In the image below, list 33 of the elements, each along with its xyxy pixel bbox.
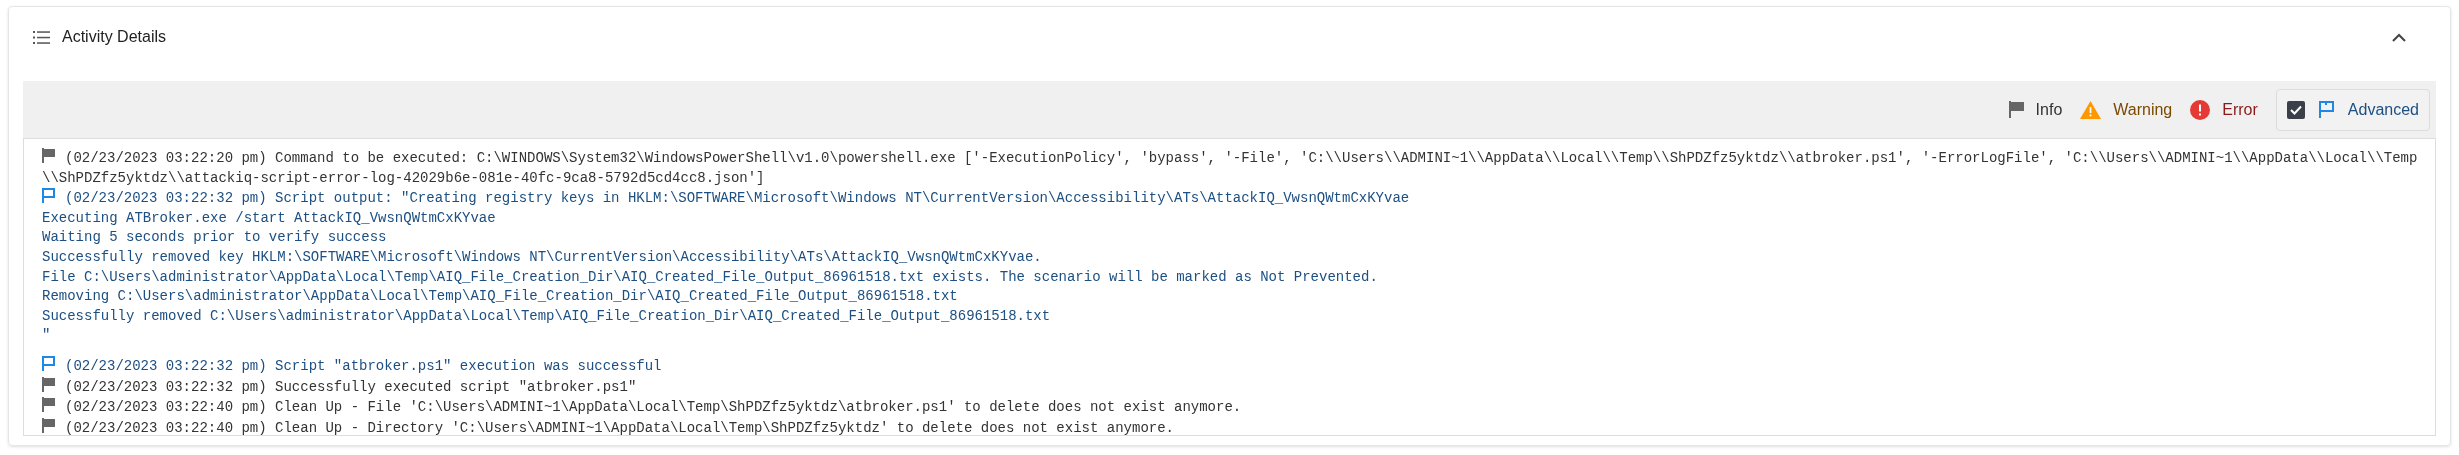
list-icon bbox=[33, 30, 50, 44]
log-line: Waiting 5 seconds prior to verify success bbox=[42, 229, 387, 246]
flag-outline-icon bbox=[42, 355, 55, 371]
flag-icon bbox=[2008, 101, 2024, 118]
panel-title: Activity Details bbox=[62, 27, 167, 47]
warning-icon bbox=[2080, 100, 2102, 119]
filter-label: Warning bbox=[2113, 99, 2173, 120]
filter-label: Info bbox=[2035, 99, 2063, 120]
flag-icon bbox=[42, 417, 55, 433]
error-icon bbox=[2190, 99, 2211, 120]
flag-outline-icon bbox=[2318, 101, 2334, 118]
filter-label: Error bbox=[2222, 99, 2258, 120]
flag-icon bbox=[42, 148, 55, 163]
flag-icon bbox=[42, 397, 55, 413]
log-line: (02/23/2023 03:22:40 pm) Clean Up - File 'C:\Users\ADMINI~1\AppData\Local\Temp\ShPDZfz5yktdz\atbroker.ps1' to delete does not exist anymore. bbox=[65, 399, 1242, 416]
log-line: File C:\Users\administrator\AppData\Local\Temp\AIQ_File_Creation_Dir\AIQ_Created_File_Output_86961518.txt exists. The scenario will be marked as Not Prevented. bbox=[42, 268, 1378, 285]
flag-icon bbox=[42, 376, 55, 392]
log-line: (02/23/2023 03:22:32 pm) Successfully executed script "atbroker.ps1" bbox=[65, 378, 637, 395]
log-line: Executing ATBroker.exe /start AttackIQ_VwsnQWtmCxKYvae bbox=[42, 209, 496, 226]
advanced-toggle[interactable]: Advanced bbox=[2275, 88, 2430, 131]
log-line: (02/23/2023 03:22:20 pm) Command to be executed: C:\WINDOWS\System32\WindowsPowerShell\v1.0\powershell.exe ['-ExecutionPolicy', 'bypass', '-File', 'C:\\Users\\ADMINI~1\\AppData\\Local\\Temp\\ShPDZfz5yktdz\\atbroker.ps1', '-ErrorLogFile', 'C:\\Users\\ADMINI~1\\AppData\\Local\\Temp bbox=[65, 150, 2418, 166]
log-line: " bbox=[42, 327, 51, 344]
log-line: (02/23/2023 03:22:32 pm) Script "atbroker.ps1" execution was successful bbox=[65, 357, 662, 374]
log-line: Removing C:\Users\administrator\AppData\Local\Temp\AIQ_File_Creation_Dir\AIQ_Created_File_Output_86961518.txt bbox=[42, 288, 958, 305]
filter-label: Advanced bbox=[2347, 99, 2419, 120]
checkbox[interactable] bbox=[2286, 100, 2305, 119]
log-line: Successfully removed key HKLM:\SOFTWARE\Microsoft\Windows NT\CurrentVersion\Accessibility\ATs\AttackIQ_VwsnQWtmCxKYvae. bbox=[42, 248, 1042, 265]
log-line: (02/23/2023 03:22:40 pm) Clean Up - Directory 'C:\Users\ADMINI~1\AppData\Local\Temp\ShPDZfz5yktdz' to delete does not exist anymore. bbox=[65, 419, 1174, 436]
chevron-up-icon[interactable] bbox=[2392, 33, 2406, 43]
flag-outline-icon bbox=[42, 188, 55, 204]
log-line: \\ShPDZfz5yktdz\\attackiq-script-error-log-42029b6e-081e-40fc-9ca8-5792d5cd4cc8.json'] bbox=[42, 169, 765, 186]
log-line: Sucessfully removed C:\Users\administrator\AppData\Local\Temp\AIQ_File_Creation_Dir\AIQ_Created_File_Output_86961518.txt bbox=[42, 307, 1051, 324]
log-line: (02/23/2023 03:22:32 pm) Script output: "Creating registry keys in HKLM:\SOFTWARE\Microsoft\Windows NT\CurrentVersion\Accessibility\ATs\AttackIQ_VwsnQWtmCxKYvae bbox=[65, 190, 1410, 207]
